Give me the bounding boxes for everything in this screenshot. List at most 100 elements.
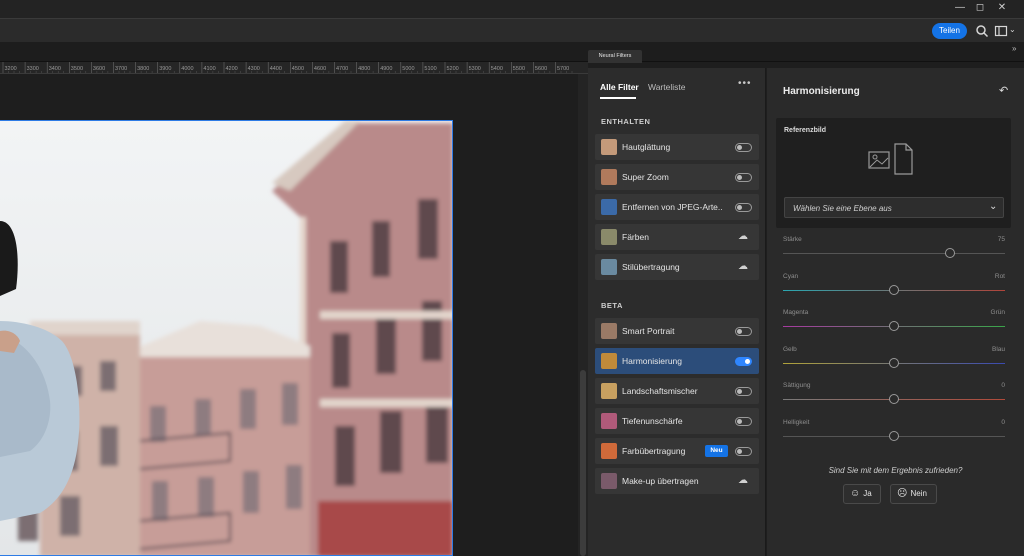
filter-thumbnail-icon [601,383,617,399]
slider-handle[interactable] [944,248,955,258]
slider-track[interactable] [783,253,1005,254]
filter-label: Smart Portrait [622,326,675,336]
ruler-tick-label: 4400 [270,66,282,72]
layer-select-placeholder: Wählen Sie eine Ebene aus [793,204,892,213]
adjustment-slider[interactable]: Gelb Blau [783,346,1005,374]
filter-item[interactable]: Stilübertragung ☁ [595,254,759,280]
slider-handle[interactable] [889,321,899,331]
slider-handle[interactable] [889,284,899,295]
document-canvas[interactable] [0,74,578,556]
window-title-bar: — ◻ ✕ [0,0,1024,18]
filter-toggle[interactable] [735,387,752,396]
canvas-vertical-scrollbar[interactable] [578,74,588,556]
ruler-tick-label: 5000 [402,66,414,72]
filter-toggle[interactable] [735,357,752,366]
collapse-panels-icon[interactable]: » [1012,44,1016,53]
active-tab-underline [600,97,636,99]
filter-item[interactable]: Landschaftsmischer [595,378,759,404]
slider-handle[interactable] [889,430,899,441]
settings-title: Harmonisierung [783,86,860,97]
new-badge: Neu [705,445,728,457]
ruler-tick-label: 5300 [469,66,481,72]
filter-item[interactable]: Hautglättung [595,134,759,160]
maximize-button[interactable]: ◻ [968,0,992,18]
ruler-tick-label: 4600 [314,66,326,72]
filter-thumbnail-icon [601,139,617,155]
ruler-tick-label: 4100 [203,66,215,72]
neural-filters-list-panel: Alle Filter Warteliste ••• ENTHALTEN Hau… [588,68,766,556]
filter-item[interactable]: Färben ☁ [595,224,759,250]
ruler-tick-label: 5400 [491,66,503,72]
filter-item[interactable]: Smart Portrait [595,318,759,344]
share-button[interactable]: Teilen [932,23,967,39]
panel-tab-strip: Neural Filters » [0,42,1024,63]
layer-select-dropdown[interactable]: Wählen Sie eine Ebene aus ⌄ [784,197,1004,218]
slider-handle[interactable] [889,394,899,404]
ruler-tick-label: 3200 [5,66,17,72]
chevron-down-icon: ⌄ [989,201,998,212]
horizontal-ruler: 3200 3300 3400 3500 3600 3700 3800 3900 4000 4100… [0,62,588,74]
filter-label: Hautglättung [622,142,671,152]
reset-icon[interactable]: ↶ [999,84,1008,97]
filter-thumbnail-icon [601,199,617,215]
adjustment-slider[interactable]: Stärke 75 [783,236,1005,264]
filter-toggle[interactable] [735,203,752,212]
photo-building-street[interactable] [0,120,453,556]
tab-waitlist[interactable]: Warteliste [648,82,685,92]
frown-icon: ☹ [897,488,908,499]
adjustment-slider[interactable]: Sättigung 0 [783,382,1005,410]
filter-item[interactable]: Tiefenunschärfe [595,408,759,434]
filter-settings-panel: Harmonisierung ↶ Referenzbild Wählen Sie… [767,68,1024,556]
slider-value: Rot [994,272,1005,280]
adjustment-slider[interactable]: Helligkeit 0 [783,419,1005,447]
ruler-tick-label: 5700 [557,66,569,72]
ruler-tick-label: 3300 [27,66,39,72]
ruler-tick-label: 5600 [535,66,547,72]
feedback-no-button[interactable]: ☹ Nein [890,484,937,504]
ruler-tick-label: 4900 [380,66,392,72]
filter-toggle[interactable] [735,143,752,152]
cloud-download-icon[interactable]: ☁ [738,231,748,242]
workspace-layout-icon[interactable] [993,23,1009,39]
slider-label: Stärke [783,236,802,243]
feedback-yes-label: Ja [863,489,872,498]
adjustment-slider[interactable]: Magenta Grün [783,309,1005,337]
chevron-down-icon[interactable]: ⌄ [1009,25,1024,41]
filter-label: Stilübertragung [622,262,680,272]
filter-item[interactable]: Make-up übertragen ☁ [595,468,759,494]
slider-value: 0 [1001,418,1005,426]
filter-toggle[interactable] [735,417,752,426]
slider-label: Cyan [783,272,799,280]
slider-label: Gelb [783,345,797,353]
filter-label: Super Zoom [622,172,669,182]
filter-toggle[interactable] [735,327,752,336]
search-icon[interactable] [974,23,990,39]
filter-thumbnail-icon [601,413,617,429]
scrollbar-thumb[interactable] [580,370,586,556]
filter-item[interactable]: Super Zoom [595,164,759,190]
feedback-yes-button[interactable]: ☺ Ja [843,484,881,504]
cloud-download-icon[interactable]: ☁ [738,475,748,486]
filter-thumbnail-icon [601,169,617,185]
filter-toggle[interactable] [735,173,752,182]
filter-thumbnail-icon [601,443,617,459]
slider-value: Blau [991,345,1005,353]
ruler-tick-label: 4000 [181,66,193,72]
tab-all-filters[interactable]: Alle Filter [600,82,639,92]
ruler-tick-label: 3900 [159,66,171,72]
tab-neural-filters[interactable]: Neural Filters [588,50,642,63]
filter-thumbnail-icon [601,259,617,275]
slider-label: Magenta [783,309,809,316]
filter-item[interactable]: Entfernen von JPEG-Arte... [595,194,759,220]
filter-item[interactable]: Farbübertragung Neu [595,438,759,464]
close-window-button[interactable]: ✕ [990,0,1014,18]
slider-handle[interactable] [889,357,899,368]
ruler-tick-label: 3500 [71,66,83,72]
filter-item[interactable]: Harmonisierung [595,348,759,374]
adjustment-slider[interactable]: Cyan Rot [783,273,1005,301]
slider-value: 0 [1001,382,1005,389]
filter-toggle[interactable] [735,447,752,456]
cloud-download-icon[interactable]: ☁ [738,261,748,272]
filter-label: Tiefenunschärfe [622,416,683,426]
more-options-icon[interactable]: ••• [738,78,752,89]
